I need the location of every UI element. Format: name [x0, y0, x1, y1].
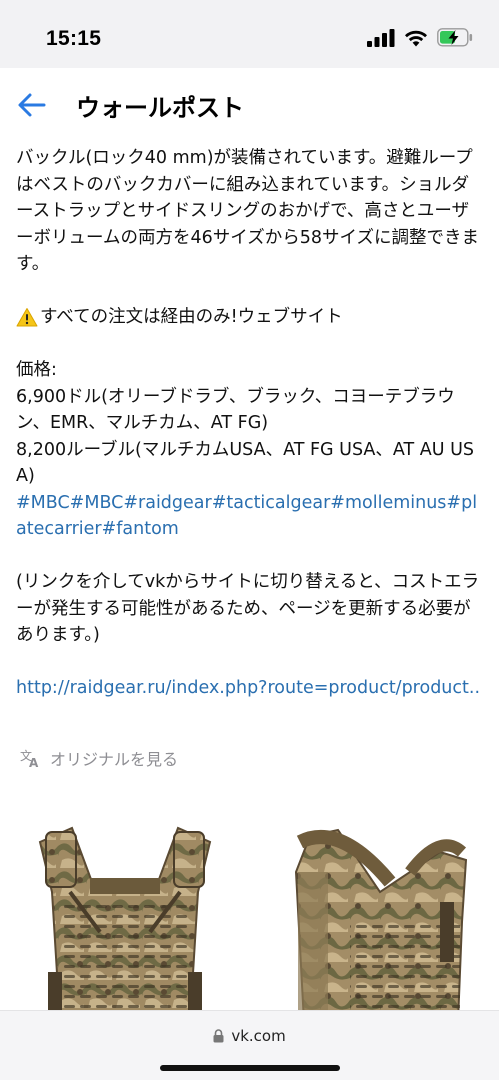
url-bar[interactable]: vk.com — [0, 1027, 499, 1045]
page-title: ウォールポスト — [76, 94, 244, 122]
browser-bottom-bar: vk.com — [0, 1010, 499, 1080]
wifi-icon — [405, 30, 427, 46]
see-original-button[interactable]: 文 A オリジナルを見る — [20, 746, 178, 770]
see-original-label: オリジナルを見る — [50, 750, 179, 769]
back-arrow-icon — [18, 93, 46, 117]
url-text: vk.com — [231, 1027, 286, 1045]
vest-front-photo[interactable] — [30, 812, 220, 1022]
post-paragraph-description: バックル(ロック40 mm)が装備されています。避難ループはベストのバックカバー… — [16, 148, 479, 274]
cellular-signal-icon — [367, 28, 395, 47]
post-note: (リンクを介してvkからサイトに切り替えると、コストエラーが発生する可能性がある… — [16, 572, 480, 645]
warning-icon — [16, 308, 38, 327]
back-button[interactable] — [16, 90, 52, 120]
post-body: バックル(ロック40 mm)が装備されています。避難ループはベストのバックカバー… — [16, 145, 486, 702]
svg-text:A: A — [29, 756, 39, 768]
status-bar: 15:15 — [0, 0, 499, 68]
status-time: 15:15 — [46, 27, 102, 50]
post-hashtags[interactable]: #MBC#MBC#raidgear#tacticalgear#molleminu… — [16, 490, 486, 543]
vest-angle-photo[interactable] — [290, 812, 480, 1022]
status-icons — [367, 28, 473, 47]
post-external-link[interactable]: http://raidgear.ru/index.php?route=produ… — [16, 675, 486, 702]
page-header: ウォールポスト — [0, 68, 499, 140]
post-warning-line: すべての注文は経由のみ!ウェブサイト — [16, 304, 486, 331]
post-price-label: 価格: — [16, 360, 57, 380]
post-warning-text: すべての注文は経由のみ!ウェブサイト — [40, 307, 343, 327]
post-price-2: 8,200ルーブル(マルチカムUSA、AT FG USA、AT AU USA) — [16, 439, 474, 487]
post-price-1: 6,900ドル(オリーブドラブ、ブラック、コヨーテブラウン、EMR、マルチカム、… — [16, 386, 455, 434]
lock-icon — [213, 1029, 224, 1043]
home-indicator[interactable] — [160, 1065, 340, 1071]
battery-charging-icon — [437, 28, 473, 47]
translate-icon: 文 A — [20, 748, 39, 768]
post-photos — [0, 812, 499, 1022]
